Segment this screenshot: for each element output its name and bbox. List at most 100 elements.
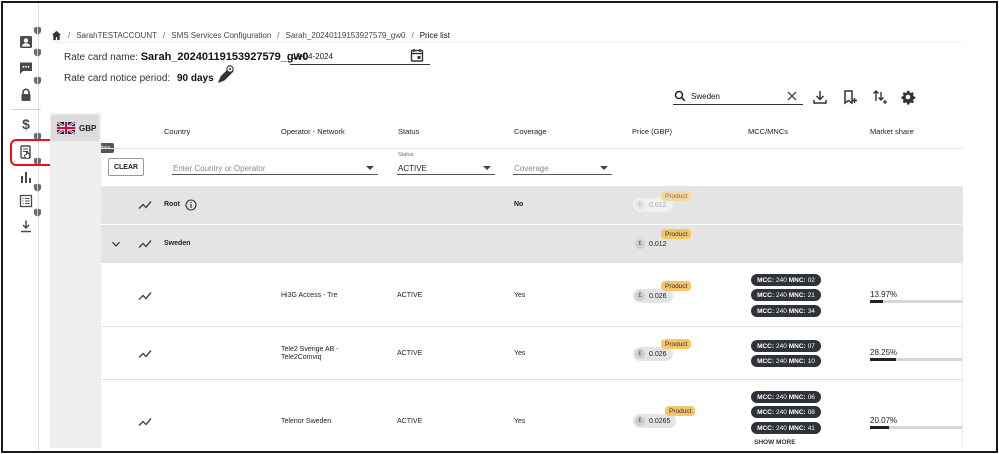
pricing-dollar-icon[interactable]: $ [19,117,33,131]
mcc-mnc-chip: MCC: 240 MNC: 41 [751,422,821,434]
coverage-value: Yes [514,350,526,357]
product-badge: Product [661,281,692,291]
market-share-fill [870,358,897,361]
status-filter-value: ACTIVE [398,164,427,173]
currency-tab-gbp[interactable]: GBP [51,115,99,141]
product-badge: Product [661,191,692,201]
price-value: 0.026 [649,350,667,358]
sidebar: $ [3,3,42,451]
shield-icon [33,208,42,217]
rate-card-notice: Rate card notice period: 90 days [64,73,214,84]
pound-coin-icon: £ [635,200,645,210]
status-filter-label: Status [398,152,414,158]
close-icon[interactable] [787,91,797,101]
product-badge: Product [661,229,692,239]
mcc-mnc-chip: MCC: 240 MNC: 08 [751,406,821,418]
sort-add-icon[interactable] [872,89,888,105]
price-value: 0.012 [649,240,667,248]
operator-name: Telenor Sweden [281,418,332,425]
currency-label: GBP [79,123,97,133]
product-badge: Product [661,339,692,349]
show-more-link[interactable]: SHOW MORE [754,439,796,446]
currency-panel: GBP [50,113,101,448]
column-header-market-share[interactable]: Market share [870,127,914,136]
home-icon[interactable] [51,30,62,41]
column-header-country[interactable]: Country [164,127,190,136]
trend-icon[interactable] [138,239,152,249]
search-input[interactable]: Sweden [691,92,720,101]
operator-name: Tele2 Sverige AB - [281,346,339,353]
chevron-down-icon[interactable] [111,239,121,249]
breadcrumb-sms-config[interactable]: SMS Services Configuration [171,31,271,40]
coverage-value: Yes [514,292,526,299]
messages-icon[interactable] [19,61,33,75]
table-row-root[interactable]: Root No £ 0.012 Product [101,186,963,224]
column-header-mcc[interactable]: MCC/MNCs [748,127,788,136]
mcc-mnc-chip: MCC: 240 MNC: 07 [751,340,821,352]
effective-date-field[interactable]: 19-04-2024 [290,47,430,65]
download-icon[interactable] [812,89,828,105]
column-header-operator[interactable]: Operator - Network [281,127,345,136]
status-filter-select[interactable]: Status ACTIVE [397,152,495,175]
country-name: Root [164,201,180,208]
country-name: Sweden [164,240,191,247]
download-icon[interactable] [19,219,33,233]
header-divider [101,148,963,149]
table-row[interactable]: Hi3G Access - Tre ACTIVE Yes £ 0.026 Pro… [101,264,963,327]
chevron-down-icon[interactable] [366,166,374,170]
uk-flag-icon [57,122,75,134]
edit-pencil-icon[interactable] [216,65,234,85]
chevron-down-icon[interactable] [483,166,491,170]
search-field[interactable]: Sweden [673,88,803,105]
notice-label: Rate card notice period: [64,73,171,84]
price-chip: £ 0.012 [633,237,673,251]
trend-icon[interactable] [138,200,152,210]
info-icon[interactable] [185,199,197,211]
rate-card-name-value: Sarah_20240119153927579_gw0 [140,51,309,63]
coverage-filter-select[interactable]: Coverage [513,159,612,175]
table-row-sweden[interactable]: Sweden £ 0.012 Product [101,225,963,263]
market-share-value: 20.07% [870,416,898,425]
breadcrumb-account[interactable]: SarahTESTACCOUNT [76,31,157,40]
breadcrumb-current: Price list [419,31,450,40]
calendar-icon[interactable] [410,48,424,62]
price-value: 0.026 [649,292,667,300]
market-share-bar [870,358,963,361]
column-header-coverage[interactable]: Coverage [514,127,547,136]
breadcrumb-rate-card[interactable]: Sarah_20240119153927579_gw0 [286,31,406,40]
contacts-icon[interactable] [19,35,33,49]
mcc-mnc-chip: MCC: 240 MNC: 34 [751,305,821,317]
market-share-value: 28.25% [870,348,898,357]
chevron-down-icon[interactable] [600,166,608,170]
lock-icon[interactable] [19,88,33,102]
table-right-edge [962,186,963,448]
analytics-bar-chart-icon[interactable] [19,170,33,184]
pound-coin-icon: £ [635,349,645,359]
clear-filters-button[interactable]: CLEAR [108,158,144,176]
sidebar-divider [11,109,41,110]
rate-card-name-label: Rate card name: [64,52,138,63]
list-icon[interactable] [19,194,33,208]
column-header-price[interactable]: Price (GBP) [632,127,672,136]
product-badge: Product [665,406,696,416]
table-row[interactable]: Tele2 Sverige AB - Tele2Comviq ACTIVE Ye… [101,328,963,380]
breadcrumb-separator: / [277,31,280,40]
trend-icon[interactable] [138,291,152,301]
operator-name-line2: Tele2Comviq [281,354,322,361]
bookmark-add-icon[interactable] [842,89,858,105]
gear-icon[interactable] [900,89,916,105]
notice-value: 90 days [176,73,214,84]
column-header-status[interactable]: Status [398,127,419,136]
coverage-value: Yes [514,418,526,425]
trend-icon[interactable] [138,349,152,359]
breadcrumb-separator: / [163,31,166,40]
status-value: ACTIVE [397,350,423,357]
shield-icon [33,26,42,35]
mcc-mnc-chip: MCC: 240 MNC: 21 [751,289,821,301]
price-chip: £ 0.0265 [633,414,677,428]
trend-icon[interactable] [138,417,152,427]
status-value: ACTIVE [397,292,423,299]
table-row[interactable]: Telenor Sweden ACTIVE Yes £ 0.0265 Produ… [101,381,963,448]
country-operator-filter[interactable]: Enter Country or Operator [172,159,378,175]
shield-icon [33,183,42,192]
